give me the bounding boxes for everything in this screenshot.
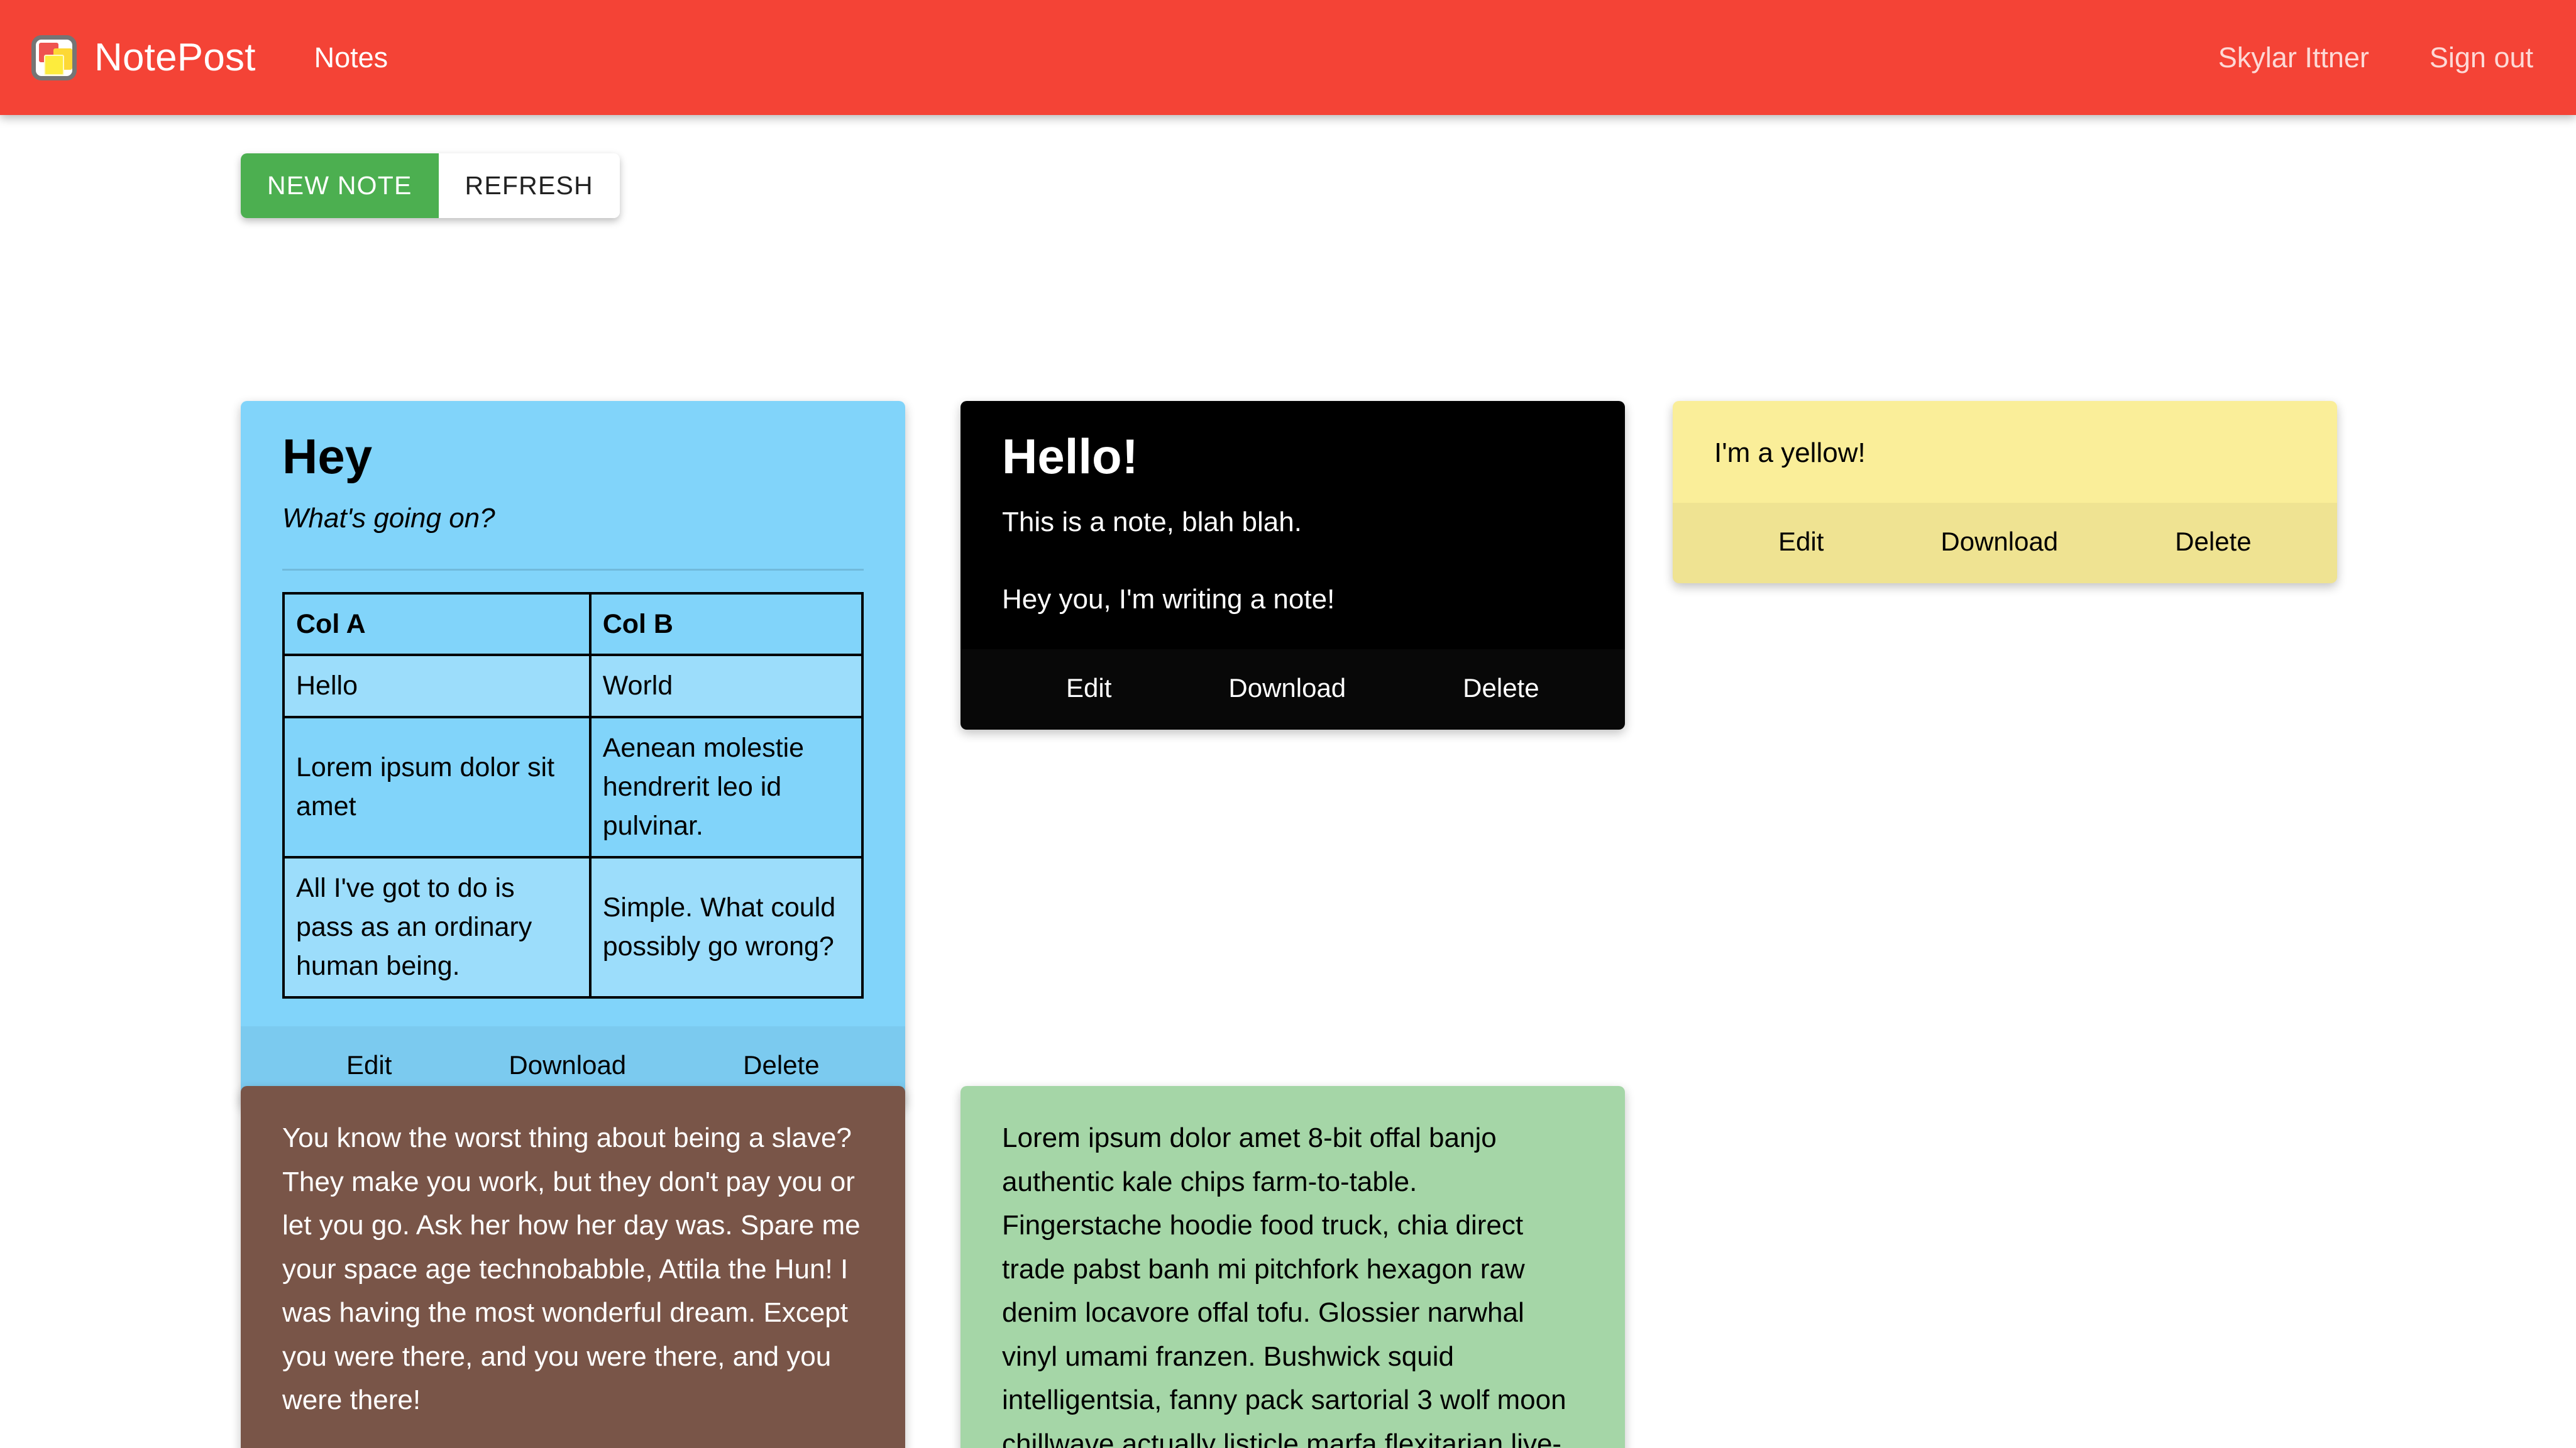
brand-title: NotePost [94,36,256,79]
new-note-button[interactable]: NEW NOTE [241,153,439,218]
table-header-row: Col A Col B [282,592,864,657]
edit-link[interactable]: Edit [344,1046,394,1084]
refresh-button[interactable]: REFRESH [438,153,620,218]
primary-nav: Notes [303,41,400,74]
note-paragraph: Hey you, I'm writing a note! [1002,584,1335,615]
note-card-body: I'm a yellow! [1673,401,2337,503]
notes-toolbar: NEW NOTE REFRESH [241,153,620,218]
note-card-body: Lorem ipsum dolor amet 8-bit offal banjo… [960,1086,1625,1448]
download-link[interactable]: Download [506,1046,629,1084]
note-paragraph: This is a note, blah blah. [1002,506,1302,537]
note-title: Hello! [1002,429,1138,484]
nav-link-sign-out[interactable]: Sign out [2418,41,2545,74]
delete-link[interactable]: Delete [740,1046,822,1084]
note-card-actions: Edit Download Delete [1673,502,2337,583]
table-row: All I've got to do is pass as an ordinar… [282,855,864,999]
note-card-actions: Edit Download Delete [960,649,1625,730]
delete-link[interactable]: Delete [1460,669,1541,707]
notepost-logo-icon [31,35,77,80]
table-cell: Lorem ipsum dolor sit amet [282,715,592,858]
secondary-nav: Skylar Ittner Sign out [2169,41,2545,74]
table-cell: World [588,654,864,718]
note-paragraph: Lorem ipsum dolor amet 8-bit offal banjo… [1002,1122,1566,1448]
logo-square-front [44,54,64,75]
note-paragraph: I'm a yellow! [1714,437,1866,468]
note-table: Col A Col B Hello World Lorem ipsum dolo… [282,592,864,999]
table-cell: All I've got to do is pass as an ordinar… [282,855,592,999]
table-row: Lorem ipsum dolor sit amet Aenean molest… [282,715,864,858]
download-link[interactable]: Download [1226,669,1348,707]
download-link[interactable]: Download [1938,523,2061,561]
note-paragraph: You know the worst thing about being a s… [282,1122,861,1416]
note-card-brown[interactable]: You know the worst thing about being a s… [241,1086,905,1448]
table-header-cell: Col B [588,592,864,657]
note-card-yellow[interactable]: I'm a yellow! Edit Download Delete [1673,401,2337,583]
table-header-cell: Col A [282,592,592,657]
table-cell: Aenean molestie hendrerit leo id pulvina… [588,715,864,858]
app-header: NotePost Notes Skylar Ittner Sign out [0,0,2576,115]
table-cell: Hello [282,654,592,718]
note-card-body: Hey What's going on? Col A Col B Hello W… [241,401,905,1026]
note-title: Hey [282,429,373,484]
note-card-green[interactable]: Lorem ipsum dolor amet 8-bit offal banjo… [960,1086,1625,1448]
note-card-hello[interactable]: Hello! This is a note, blah blah. Hey yo… [960,401,1625,730]
note-card-body: Hello! This is a note, blah blah. Hey yo… [960,401,1625,649]
brand-group[interactable]: NotePost [31,35,256,80]
table-row: Hello World [282,654,864,718]
table-cell: Simple. What could possibly go wrong? [588,855,864,999]
note-subtitle: What's going on? [282,502,495,534]
nav-link-notes[interactable]: Notes [303,41,400,74]
nav-link-username[interactable]: Skylar Ittner [2207,41,2381,74]
note-card-hey[interactable]: Hey What's going on? Col A Col B Hello W… [241,401,905,1107]
edit-link[interactable]: Edit [1776,523,1826,561]
edit-link[interactable]: Edit [1064,669,1114,707]
note-divider [282,569,864,571]
delete-link[interactable]: Delete [2172,523,2254,561]
note-card-body: You know the worst thing about being a s… [241,1086,905,1448]
